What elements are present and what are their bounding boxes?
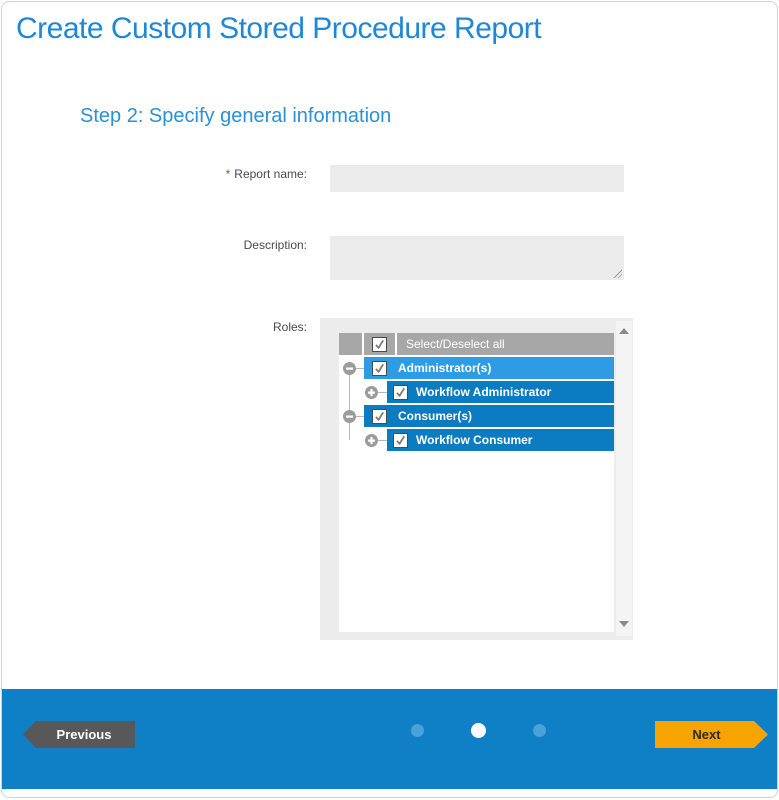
step-indicator (411, 723, 546, 738)
tree-row-administrators[interactable]: Administrator(s) (364, 357, 614, 379)
check-icon (374, 363, 385, 374)
workflow-administrator-checkbox[interactable] (393, 385, 408, 400)
step-dot (471, 723, 486, 738)
roles-scrollbar[interactable] (616, 321, 632, 636)
scroll-down-icon[interactable] (619, 621, 629, 627)
tree-header-checkbox-cell (364, 333, 395, 355)
tree-row-label: Workflow Administrator (416, 385, 551, 399)
scroll-up-icon[interactable] (619, 328, 629, 334)
previous-button[interactable]: Previous (23, 721, 135, 748)
administrators-checkbox[interactable] (372, 361, 387, 376)
expand-icon[interactable] (365, 386, 378, 399)
tree-row-label: Workflow Consumer (416, 433, 532, 447)
consumers-checkbox[interactable] (372, 409, 387, 424)
expand-icon[interactable] (365, 434, 378, 447)
tree-connector-line (356, 416, 364, 417)
description-label: Description: (2, 238, 307, 252)
step-dot (411, 724, 424, 737)
roles-listbox: Select/Deselect all Administrator(s) (320, 318, 633, 640)
roles-label: Roles: (2, 320, 307, 334)
select-all-label: Select/Deselect all (406, 337, 505, 351)
check-icon (395, 435, 406, 446)
workflow-consumer-checkbox[interactable] (393, 433, 408, 448)
wizard-dialog: Create Custom Stored Procedure Report St… (1, 1, 778, 798)
tree-connector-line (378, 440, 387, 441)
report-name-input[interactable] (330, 165, 624, 192)
select-all-checkbox[interactable] (372, 337, 387, 352)
collapse-icon[interactable] (343, 410, 356, 423)
wizard-footer: Previous Next (2, 689, 777, 789)
tree-row-workflow-administrator[interactable]: Workflow Administrator (387, 381, 614, 403)
check-icon (374, 339, 385, 350)
page-title: Create Custom Stored Procedure Report (16, 12, 541, 46)
tree-row-workflow-consumer[interactable]: Workflow Consumer (387, 429, 614, 451)
tree-row-label: Consumer(s) (398, 409, 472, 423)
roles-tree: Select/Deselect all Administrator(s) (339, 333, 614, 632)
tree-row-label: Administrator(s) (398, 361, 491, 375)
tree-connector-line (378, 392, 387, 393)
tree-header-spacer-cell (339, 333, 362, 355)
check-icon (395, 387, 406, 398)
tree-connector-line (356, 368, 364, 369)
check-icon (374, 411, 385, 422)
required-marker: * (226, 167, 231, 181)
tree-row-consumers[interactable]: Consumer(s) (364, 405, 614, 427)
tree-connector-line (349, 375, 350, 440)
report-name-label: *Report name: (2, 167, 307, 181)
step-dot (533, 724, 546, 737)
step-heading: Step 2: Specify general information (80, 105, 391, 128)
tree-header-label-cell[interactable]: Select/Deselect all (397, 333, 614, 355)
collapse-icon[interactable] (343, 362, 356, 375)
next-button[interactable]: Next (655, 721, 768, 748)
description-input[interactable] (330, 236, 624, 280)
